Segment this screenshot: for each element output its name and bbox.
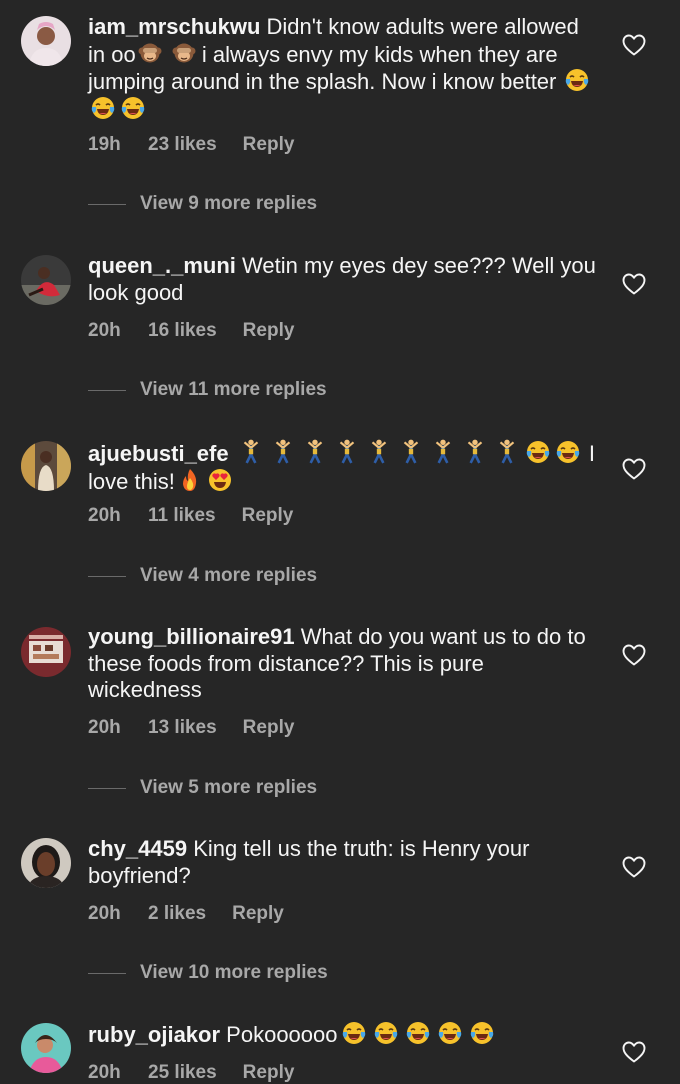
laugh-emoji-icon bbox=[466, 1021, 498, 1045]
see-no-evil-monkey-icon bbox=[136, 41, 164, 65]
likes-count[interactable]: 25 likes bbox=[148, 1062, 217, 1084]
comment-time: 19h bbox=[88, 134, 121, 155]
comment-time: 20h bbox=[88, 320, 121, 341]
comment-time: 20h bbox=[88, 717, 121, 738]
view-more-replies-button[interactable]: View 5 more replies bbox=[88, 777, 317, 799]
avatar[interactable] bbox=[21, 627, 71, 677]
person-cartwheeling-icon bbox=[331, 438, 363, 464]
reply-button[interactable]: Reply bbox=[243, 320, 295, 342]
person-cartwheeling-icon bbox=[267, 438, 299, 464]
comment-time: 20h bbox=[88, 903, 121, 924]
avatar[interactable] bbox=[21, 441, 71, 491]
likes-count[interactable]: 2 likes bbox=[148, 903, 206, 925]
username[interactable]: ajuebusti_efe bbox=[88, 441, 229, 466]
username[interactable]: young_billionaire91 bbox=[88, 624, 295, 649]
view-more-label: View 10 more replies bbox=[140, 962, 328, 983]
person-cartwheeling-icon bbox=[491, 438, 523, 464]
comment-body: Pokoooooo bbox=[226, 1022, 338, 1047]
person-cartwheeling-icon bbox=[395, 438, 427, 464]
comment-text: chy_4459 King tell us the truth: is Henr… bbox=[88, 836, 598, 889]
heart-outline-icon[interactable] bbox=[622, 34, 646, 56]
person-cartwheeling-icon bbox=[459, 438, 491, 464]
person-cartwheeling-icon bbox=[427, 438, 459, 464]
comment-text: young_billionaire91 What do you want us … bbox=[88, 624, 598, 704]
likes-count[interactable]: 16 likes bbox=[148, 320, 217, 342]
username[interactable]: chy_4459 bbox=[88, 836, 187, 861]
avatar[interactable] bbox=[21, 1023, 71, 1073]
reply-button[interactable]: Reply bbox=[232, 903, 284, 925]
view-more-label: View 9 more replies bbox=[140, 193, 318, 214]
reply-button[interactable]: Reply bbox=[242, 505, 294, 527]
reply-button[interactable]: Reply bbox=[243, 1062, 295, 1084]
divider-line bbox=[88, 203, 126, 205]
comment-meta: 20h 25 likes Reply bbox=[88, 1062, 294, 1084]
avatar[interactable] bbox=[21, 838, 71, 888]
avatar[interactable] bbox=[21, 255, 71, 305]
comment-time: 20h bbox=[88, 1062, 121, 1083]
likes-count[interactable]: 11 likes bbox=[148, 505, 216, 527]
comment-meta: 20h 2 likes Reply bbox=[88, 903, 284, 925]
comment-text: ajuebusti_efe I love this! bbox=[88, 438, 598, 495]
person-cartwheeling-icon bbox=[363, 438, 395, 464]
divider-line bbox=[88, 389, 126, 391]
comment-meta: 20h 16 likes Reply bbox=[88, 320, 294, 342]
divider-line bbox=[88, 787, 126, 789]
heart-outline-icon[interactable] bbox=[622, 458, 646, 480]
avatar[interactable] bbox=[21, 16, 71, 66]
comment-meta: 20h 13 likes Reply bbox=[88, 717, 294, 739]
comment-text: queen_._muni Wetin my eyes dey see??? We… bbox=[88, 253, 598, 306]
laugh-emoji-icon bbox=[553, 440, 583, 464]
person-cartwheeling-icon bbox=[235, 438, 267, 464]
see-no-evil-monkey-icon bbox=[164, 41, 196, 65]
heart-outline-icon[interactable] bbox=[622, 644, 646, 666]
divider-line bbox=[88, 575, 126, 577]
comment-text: iam_mrschukwu Didn't know adults were al… bbox=[88, 14, 598, 123]
comment-meta: 20h 11 likes Reply bbox=[88, 505, 293, 527]
comment-time: 20h bbox=[88, 505, 121, 526]
username[interactable]: iam_mrschukwu bbox=[88, 14, 260, 39]
laugh-emoji-icon bbox=[402, 1021, 434, 1045]
view-more-replies-button[interactable]: View 4 more replies bbox=[88, 565, 317, 587]
person-cartwheeling-icon bbox=[299, 438, 331, 464]
laugh-emoji-icon bbox=[523, 440, 553, 464]
likes-count[interactable]: 23 likes bbox=[148, 134, 217, 156]
comment-text: ruby_ojiakor Pokoooooo bbox=[88, 1021, 598, 1049]
reply-button[interactable]: Reply bbox=[243, 717, 295, 739]
laugh-emoji-icon bbox=[88, 96, 118, 120]
laugh-emoji-icon bbox=[338, 1021, 370, 1045]
view-more-replies-button[interactable]: View 9 more replies bbox=[88, 193, 317, 215]
laugh-emoji-icon bbox=[562, 68, 592, 92]
username[interactable]: ruby_ojiakor bbox=[88, 1022, 220, 1047]
fire-icon bbox=[175, 468, 205, 492]
heart-outline-icon[interactable] bbox=[622, 856, 646, 878]
comment-meta: 19h 23 likes Reply bbox=[88, 134, 294, 156]
laugh-emoji-icon bbox=[118, 96, 148, 120]
laugh-emoji-icon bbox=[370, 1021, 402, 1045]
likes-count[interactable]: 13 likes bbox=[148, 717, 217, 739]
laugh-emoji-icon bbox=[434, 1021, 466, 1045]
heart-eyes-emoji-icon bbox=[205, 468, 235, 492]
view-more-label: View 4 more replies bbox=[140, 565, 318, 586]
view-more-label: View 5 more replies bbox=[140, 777, 318, 798]
username[interactable]: queen_._muni bbox=[88, 253, 236, 278]
view-more-label: View 11 more replies bbox=[140, 379, 327, 400]
view-more-replies-button[interactable]: View 10 more replies bbox=[88, 962, 328, 984]
divider-line bbox=[88, 972, 126, 974]
heart-outline-icon[interactable] bbox=[622, 1041, 646, 1063]
heart-outline-icon[interactable] bbox=[622, 273, 646, 295]
view-more-replies-button[interactable]: View 11 more replies bbox=[88, 379, 327, 401]
reply-button[interactable]: Reply bbox=[243, 134, 295, 156]
